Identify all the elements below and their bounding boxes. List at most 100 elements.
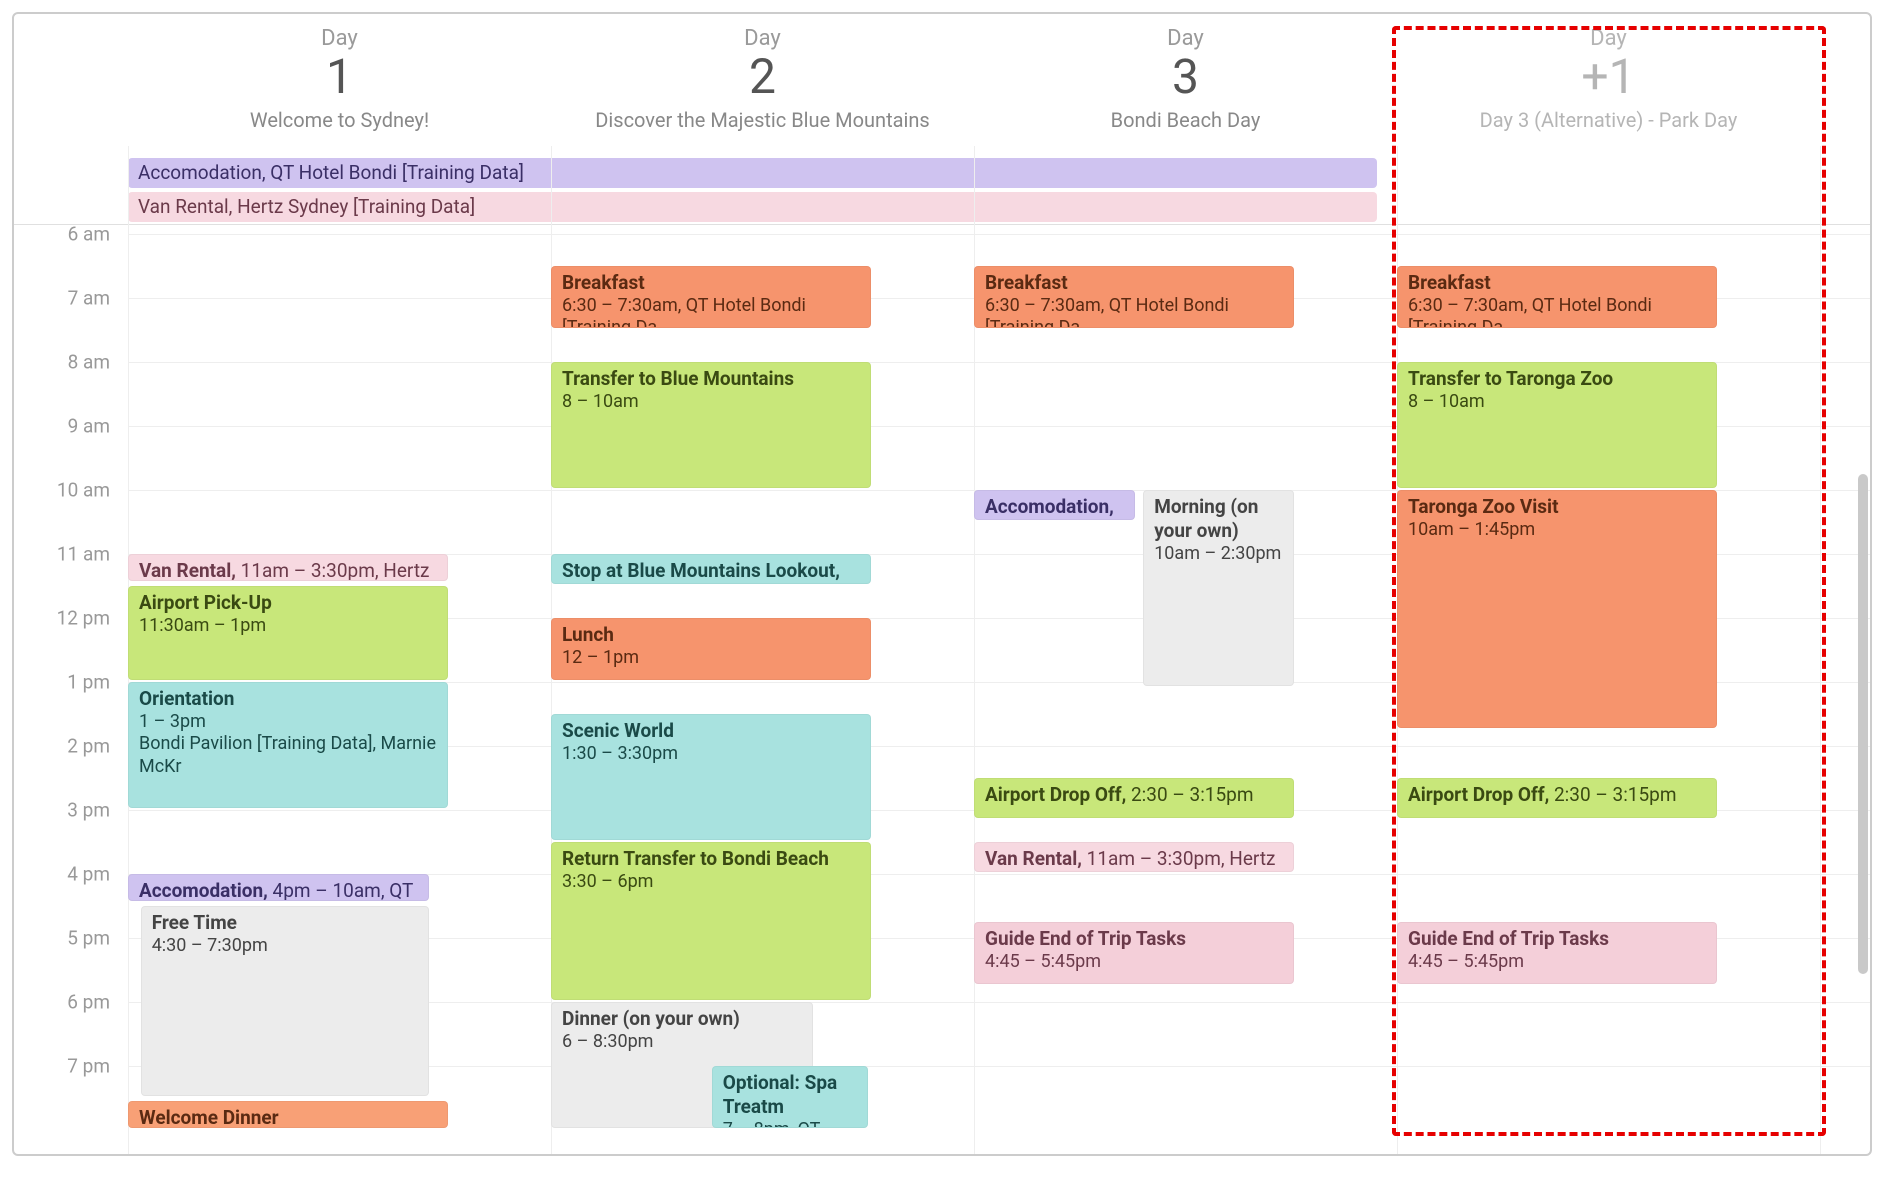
day-number: +1	[1397, 51, 1820, 104]
event-columns: Van Rental, 11am – 3:30pm, Hertz Sydney …	[128, 226, 1870, 1154]
day-header-2[interactable]: Day3Bondi Beach Day	[974, 26, 1397, 154]
calendar-event[interactable]: Airport Drop Off, 2:30 – 3:15pm	[1397, 778, 1717, 818]
event-title: Stop at Blue Mountains Lookout,	[562, 559, 840, 582]
event-extra: Bondi Pavilion [Training Data], Marnie M…	[139, 733, 437, 778]
event-time: 11:30am – 1pm	[139, 615, 437, 638]
event-title: Transfer to Blue Mountains	[562, 367, 794, 390]
event-title: Van Rental,	[138, 195, 232, 218]
hour-label: 9 am	[68, 415, 110, 438]
calendar-event[interactable]: Transfer to Blue Mountains8 – 10am	[551, 362, 871, 488]
event-title: Transfer to Taronga Zoo	[1408, 367, 1613, 390]
hour-label: 6 pm	[67, 991, 110, 1014]
calendar-event[interactable]: Return Transfer to Bondi Beach3:30 – 6pm	[551, 842, 871, 1000]
event-title: Free Time	[152, 911, 237, 934]
calendar-event[interactable]: Optional: Spa Treatm7 – 8pm, QT Hotel Bo	[712, 1066, 869, 1128]
calendar-event[interactable]: Stop at Blue Mountains Lookout, 11 – 11:…	[551, 554, 871, 584]
hour-label: 12 pm	[57, 607, 110, 630]
event-meta: 2:30 – 3:15pm	[1126, 783, 1253, 806]
calendar-event[interactable]: Taronga Zoo Visit10am – 1:45pm	[1397, 490, 1717, 728]
event-time: 6:30 – 7:30am, QT Hotel Bondi [Training …	[562, 295, 860, 328]
time-labels: 6 am7 am8 am9 am10 am11 am12 pm1 pm2 pm3…	[14, 226, 128, 1154]
event-title: Dinner (on your own)	[562, 1007, 740, 1030]
event-title: Morning (on your own)	[1154, 495, 1258, 542]
calendar-event[interactable]: Welcome Dinner	[128, 1101, 448, 1128]
time-grid: 6 am7 am8 am9 am10 am11 am12 pm1 pm2 pm3…	[14, 226, 1870, 1154]
calendar-event[interactable]: Accomodation, 4pm	[974, 490, 1135, 520]
event-title: Lunch	[562, 623, 614, 646]
event-time: 3:30 – 6pm	[562, 871, 860, 894]
day-subtitle: Bondi Beach Day	[974, 108, 1397, 132]
calendar-event[interactable]: Breakfast6:30 – 7:30am, QT Hotel Bondi […	[1397, 266, 1717, 328]
event-meta: QT Hotel Bondi [Training Data]	[266, 161, 524, 184]
hour-label: 5 pm	[67, 927, 110, 950]
event-title: Guide End of Trip Tasks	[985, 927, 1186, 950]
scrollbar-thumb[interactable]	[1858, 474, 1868, 974]
day-header-3[interactable]: Day+1Day 3 (Alternative) - Park Day	[1397, 26, 1820, 154]
allday-event[interactable]: Van Rental, Hertz Sydney [Training Data]	[128, 192, 1377, 222]
day-subtitle: Discover the Majestic Blue Mountains	[551, 108, 974, 132]
day-column-0[interactable]: Van Rental, 11am – 3:30pm, Hertz Sydney …	[128, 226, 551, 1154]
event-time: 4:45 – 5:45pm	[985, 951, 1283, 974]
event-title: Welcome Dinner	[139, 1106, 279, 1128]
event-time: 8 – 10am	[1408, 391, 1706, 414]
event-meta: 2:30 – 3:15pm	[1549, 783, 1676, 806]
calendar-event[interactable]: Airport Pick-Up11:30am – 1pm	[128, 586, 448, 680]
event-meta: 4pm	[985, 519, 1023, 520]
hour-label: 7 am	[68, 287, 110, 310]
event-title: Guide End of Trip Tasks	[1408, 927, 1609, 950]
calendar-event[interactable]: Free Time4:30 – 7:30pm	[141, 906, 429, 1096]
calendar-event[interactable]: Transfer to Taronga Zoo8 – 10am	[1397, 362, 1717, 488]
calendar-event[interactable]: Morning (on your own)10am – 2:30pm	[1143, 490, 1293, 686]
hour-label: 8 am	[68, 351, 110, 374]
day-column-1[interactable]: Breakfast6:30 – 7:30am, QT Hotel Bondi […	[551, 226, 974, 1154]
day-number: 3	[974, 51, 1397, 104]
calendar-event[interactable]: Lunch12 – 1pm	[551, 618, 871, 680]
day-column-3[interactable]: Breakfast6:30 – 7:30am, QT Hotel Bondi […	[1397, 226, 1820, 1154]
hour-label: 3 pm	[67, 799, 110, 822]
event-title: Orientation	[139, 687, 234, 710]
event-title: Airport Drop Off,	[1408, 783, 1549, 806]
day-header-1[interactable]: Day2Discover the Majestic Blue Mountains	[551, 26, 974, 154]
calendar-frame: Day1Welcome to Sydney!Day2Discover the M…	[12, 12, 1872, 1156]
calendar-event[interactable]: Scenic World1:30 – 3:30pm	[551, 714, 871, 840]
calendar-event[interactable]: Breakfast6:30 – 7:30am, QT Hotel Bondi […	[974, 266, 1294, 328]
event-meta: Hertz Sydney [Training Data]	[232, 195, 475, 218]
event-title: Scenic World	[562, 719, 674, 742]
event-time: 4:45 – 5:45pm	[1408, 951, 1706, 974]
allday-separator	[14, 224, 1870, 225]
day-number: 1	[128, 51, 551, 104]
calendar-event[interactable]: Van Rental, 11am – 3:30pm, Hertz Sydney	[974, 842, 1294, 872]
calendar-event[interactable]: Orientation1 – 3pmBondi Pavilion [Traini…	[128, 682, 448, 808]
event-meta: 11 – 11:30	[562, 583, 653, 584]
day-subtitle: Day 3 (Alternative) - Park Day	[1397, 108, 1820, 132]
event-title: Van Rental,	[139, 559, 236, 581]
event-title: Airport Drop Off,	[985, 783, 1126, 806]
event-title: Accomodation,	[985, 495, 1114, 518]
day-header-0[interactable]: Day1Welcome to Sydney!	[128, 26, 551, 154]
day-subtitle: Welcome to Sydney!	[128, 108, 551, 132]
calendar-event[interactable]: Guide End of Trip Tasks4:45 – 5:45pm	[974, 922, 1294, 984]
event-title: Breakfast	[562, 271, 645, 294]
hour-label: 6 am	[68, 223, 110, 246]
calendar-event[interactable]: Van Rental, 11am – 3:30pm, Hertz Sydney …	[128, 554, 448, 581]
event-title: Breakfast	[985, 271, 1068, 294]
calendar-event[interactable]: Guide End of Trip Tasks4:45 – 5:45pm	[1397, 922, 1717, 984]
day-number: 2	[551, 51, 974, 104]
allday-section: Accomodation, QT Hotel Bondi [Training D…	[128, 158, 1870, 226]
event-title: Breakfast	[1408, 271, 1491, 294]
calendar-event[interactable]: Airport Drop Off, 2:30 – 3:15pm	[974, 778, 1294, 818]
event-time: 4:30 – 7:30pm	[152, 935, 418, 958]
event-title: Airport Pick-Up	[139, 591, 272, 614]
hour-label: 1 pm	[67, 671, 110, 694]
hour-label: 11 am	[57, 543, 110, 566]
allday-event[interactable]: Accomodation, QT Hotel Bondi [Training D…	[128, 158, 1377, 188]
hour-label: 2 pm	[67, 735, 110, 758]
event-time: 6 – 8:30pm	[562, 1031, 802, 1054]
day-column-2[interactable]: Breakfast6:30 – 7:30am, QT Hotel Bondi […	[974, 226, 1397, 1154]
hour-label: 7 pm	[67, 1055, 110, 1078]
calendar-event[interactable]: Breakfast6:30 – 7:30am, QT Hotel Bondi […	[551, 266, 871, 328]
calendar-event[interactable]: Accomodation, 4pm – 10am, QT Hotel Bon	[128, 874, 429, 901]
day-headers: Day1Welcome to Sydney!Day2Discover the M…	[128, 26, 1870, 154]
event-time: 1:30 – 3:30pm	[562, 743, 860, 766]
event-title: Taronga Zoo Visit	[1408, 495, 1559, 518]
